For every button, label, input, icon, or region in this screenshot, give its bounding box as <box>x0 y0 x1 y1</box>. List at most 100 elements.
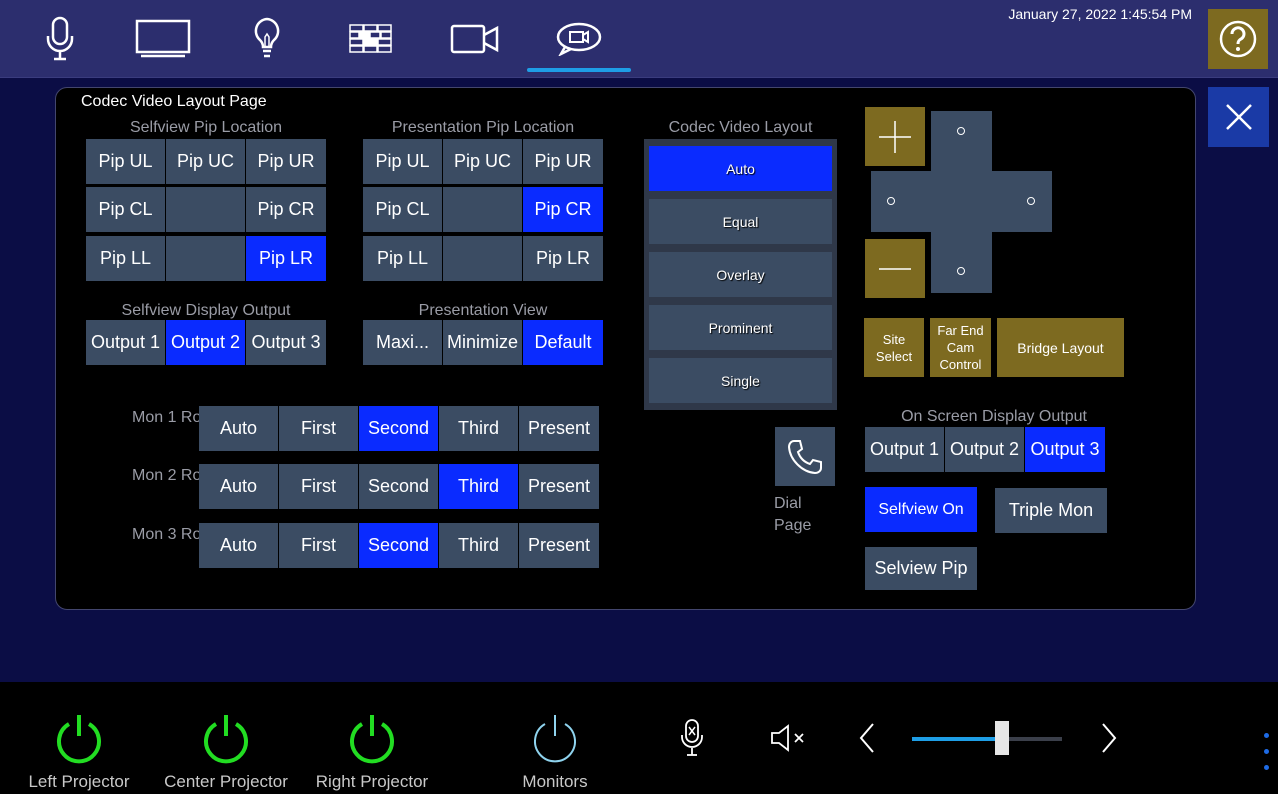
mon3-auto[interactable]: Auto <box>199 523 278 568</box>
selfview-output-2[interactable]: Output 2 <box>166 320 245 365</box>
video-wall-icon <box>349 24 392 53</box>
selfview-pip-cr[interactable]: Pip CR <box>246 187 326 232</box>
mon3-present[interactable]: Present <box>519 523 599 568</box>
mon2-first[interactable]: First <box>279 464 358 509</box>
layout-single[interactable]: Single <box>649 358 832 403</box>
dpad-down-button[interactable] <box>957 267 965 275</box>
presentation-pip-cr[interactable]: Pip CR <box>523 187 603 232</box>
mon3-first[interactable]: First <box>279 523 358 568</box>
osd-output-3[interactable]: Output 3 <box>1025 427 1105 472</box>
speaker-mute-icon <box>771 724 804 752</box>
volume-down-button[interactable] <box>852 720 882 756</box>
selfview-pip-center[interactable] <box>166 187 245 232</box>
presentation-pip-ll[interactable]: Pip LL <box>363 236 442 281</box>
volume-fill <box>912 737 1002 741</box>
tab-camera[interactable] <box>425 0 525 78</box>
presentation-pip-label: Presentation Pip Location <box>391 119 575 136</box>
right-projector-label: Right Projector <box>315 772 429 791</box>
center-projector-power[interactable]: Center Projector <box>158 712 294 792</box>
tab-video-conference[interactable] <box>527 0 631 78</box>
volume-slider[interactable] <box>912 721 1062 755</box>
volume-thumb[interactable] <box>995 721 1009 755</box>
presentation-pip-uc[interactable]: Pip UC <box>443 139 522 184</box>
bridge-layout-button[interactable]: Bridge Layout <box>997 318 1124 377</box>
presentation-view-default[interactable]: Default <box>523 320 603 365</box>
right-projector-power[interactable]: Right Projector <box>308 712 436 792</box>
mon3-third[interactable]: Third <box>439 523 518 568</box>
mon2-present[interactable]: Present <box>519 464 599 509</box>
layout-prominent[interactable]: Prominent <box>649 305 832 350</box>
mon2-third[interactable]: Third <box>439 464 518 509</box>
osd-output-1[interactable]: Output 1 <box>865 427 944 472</box>
presentation-pip-lc[interactable] <box>443 236 522 281</box>
dpad-up-button[interactable] <box>957 127 965 135</box>
presentation-pip-ul[interactable]: Pip UL <box>363 139 442 184</box>
mon2-second[interactable]: Second <box>359 464 438 509</box>
mon1-second[interactable]: Second <box>359 406 438 451</box>
selfview-output-label: Selfview Display Output <box>121 302 291 319</box>
mon1-present[interactable]: Present <box>519 406 599 451</box>
mon1-first[interactable]: First <box>279 406 358 451</box>
tab-audio[interactable] <box>10 0 110 78</box>
chevron-right-icon <box>1102 723 1117 753</box>
video-conference-icon <box>556 22 602 56</box>
presentation-view-minimize[interactable]: Minimize <box>443 320 522 365</box>
dpad-right-button[interactable] <box>1027 197 1035 205</box>
dpad-left-button[interactable] <box>887 197 895 205</box>
monitors-label: Monitors <box>522 772 588 791</box>
question-icon <box>1219 20 1257 58</box>
dial-page-button[interactable] <box>775 427 835 486</box>
selfview-output-3[interactable]: Output 3 <box>246 320 326 365</box>
mon3-second[interactable]: Second <box>359 523 438 568</box>
close-button[interactable] <box>1208 87 1269 147</box>
monitors-power[interactable]: Monitors <box>508 712 602 792</box>
mic-mute-button[interactable] <box>674 716 710 760</box>
presentation-view-maximize[interactable]: Maxi... <box>363 320 442 365</box>
presentation-pip-center[interactable] <box>443 187 522 232</box>
selfview-pip-lr[interactable]: Pip LR <box>246 236 326 281</box>
chevron-left-icon <box>859 723 874 753</box>
selfview-output-1[interactable]: Output 1 <box>86 320 165 365</box>
far-end-cam-control-button[interactable]: Far End Cam Control <box>930 318 991 377</box>
zoom-out-button[interactable] <box>865 239 925 298</box>
mic-mute-icon <box>681 719 703 756</box>
volume-up-button[interactable] <box>1094 720 1124 756</box>
mon2-auto[interactable]: Auto <box>199 464 278 509</box>
close-icon <box>1225 104 1252 130</box>
osd-output-2[interactable]: Output 2 <box>945 427 1024 472</box>
selfview-pip-ul[interactable]: Pip UL <box>86 139 165 184</box>
selfview-pip-ur[interactable]: Pip UR <box>246 139 326 184</box>
selfview-pip-uc[interactable]: Pip UC <box>166 139 245 184</box>
lightbulb-icon <box>254 17 280 58</box>
microphone-icon <box>46 16 74 61</box>
triple-mon-button[interactable]: Triple Mon <box>995 488 1107 533</box>
power-icon <box>534 715 576 763</box>
power-icon <box>204 715 248 764</box>
tab-video-wall[interactable] <box>321 0 421 78</box>
left-projector-power[interactable]: Left Projector <box>18 712 140 792</box>
selfview-pip-cl[interactable]: Pip CL <box>86 187 165 232</box>
selfview-pip-ll[interactable]: Pip LL <box>86 236 165 281</box>
page-title: Codec Video Layout Page <box>81 93 267 110</box>
selfview-pip-lc[interactable] <box>166 236 245 281</box>
mon1-third[interactable]: Third <box>439 406 518 451</box>
selfview-on-button[interactable]: Selfview On <box>865 487 977 532</box>
layout-overlay[interactable]: Overlay <box>649 252 832 297</box>
presentation-pip-lr[interactable]: Pip LR <box>523 236 603 281</box>
tab-display[interactable] <box>113 0 213 78</box>
selview-pip-button[interactable]: Selview Pip <box>865 547 977 590</box>
presentation-pip-cl[interactable]: Pip CL <box>363 187 442 232</box>
plus-icon <box>879 120 911 153</box>
zoom-in-button[interactable] <box>865 107 925 166</box>
camera-icon <box>450 24 499 54</box>
presentation-view-label: Presentation View <box>418 302 548 319</box>
tab-lighting[interactable] <box>217 0 317 78</box>
presentation-pip-ur[interactable]: Pip UR <box>523 139 603 184</box>
layout-auto[interactable]: Auto <box>649 146 832 191</box>
layout-equal[interactable]: Equal <box>649 199 832 244</box>
page-indicator-dot <box>1264 765 1269 770</box>
site-select-button[interactable]: Site Select <box>864 318 924 377</box>
help-button[interactable] <box>1208 9 1268 69</box>
speaker-mute-button[interactable] <box>768 720 810 756</box>
mon1-auto[interactable]: Auto <box>199 406 278 451</box>
